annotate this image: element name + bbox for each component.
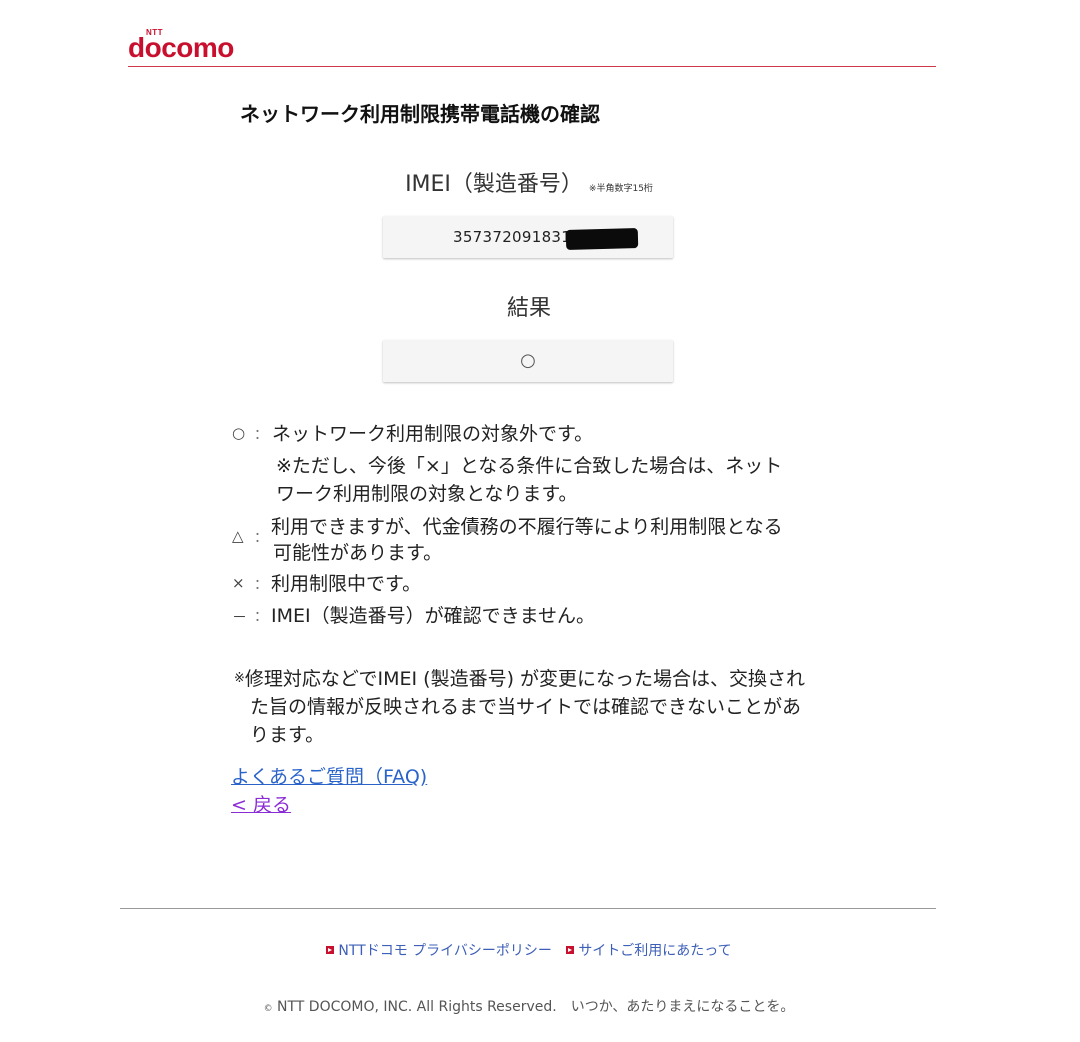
footer-links: NTTドコモ プライバシーポリシー サイトご利用にあたって xyxy=(0,940,1058,960)
result-value: ○ xyxy=(520,350,536,371)
legend-text: ※ただし、今後「×」となる条件に合致した場合は、ネット xyxy=(276,455,783,477)
footer-divider xyxy=(120,908,936,909)
imei-label: IMEI（製造番号） ※半角数字15桁 xyxy=(0,166,1058,198)
copyright: © NTT DOCOMO, INC. All Rights Reserved. … xyxy=(0,996,1058,1016)
imei-change-notice: ※修理対応などでIMEI (製造番号) が変更になった場合は、交換され た旨の情… xyxy=(234,665,834,749)
legend-colon: ： xyxy=(254,530,268,546)
privacy-policy-link[interactable]: NTTドコモ プライバシーポリシー xyxy=(326,940,552,960)
imei-label-text: IMEI（製造番号） xyxy=(405,172,583,197)
result-label: 結果 xyxy=(506,296,551,321)
back-link[interactable]: < 戻る xyxy=(231,790,291,817)
circle-symbol: ○ xyxy=(232,424,246,442)
copyright-symbol: © xyxy=(263,1004,273,1014)
legend-colon: ： xyxy=(254,427,268,443)
legend-text: 利用できますが、代金債務の不履行等により利用制限となる xyxy=(271,516,783,538)
legend-colon: ： xyxy=(254,577,268,593)
legend-text: 利用制限中です。 xyxy=(271,573,422,595)
imei-value: 357372091831 xyxy=(453,228,572,246)
legend-text: ネットワーク利用制限の対象外です。 xyxy=(272,423,594,445)
redaction-mark xyxy=(565,228,639,250)
site-terms-label: サイトご利用にあたって xyxy=(578,943,732,959)
triangle-symbol: △ xyxy=(232,527,244,545)
imei-note: ※半角数字15桁 xyxy=(588,184,653,194)
copyright-text: NTT DOCOMO, INC. All Rights Reserved. いつ… xyxy=(277,999,795,1015)
logo-docomo-text: docomo xyxy=(128,32,234,63)
site-terms-link[interactable]: サイトご利用にあたって xyxy=(566,940,732,960)
legend-text: ワーク利用制限の対象となります。 xyxy=(276,483,578,505)
notice-text: 修理対応などでIMEI (製造番号) が変更になった場合は、交換され xyxy=(244,668,806,690)
notice-line: ります。 xyxy=(250,724,325,746)
legend-text: 可能性があります。 xyxy=(273,542,443,564)
arrow-bullet-icon xyxy=(326,946,335,954)
page-title: ネットワーク利用制限携帯電話機の確認 xyxy=(240,102,600,126)
site-header: NTT docomo xyxy=(128,26,936,67)
arrow-bullet-icon xyxy=(566,946,575,954)
legend-colon: ： xyxy=(254,609,268,625)
cross-symbol: × xyxy=(232,574,245,592)
notice-line: ※修理対応などでIMEI (製造番号) が変更になった場合は、交換され xyxy=(234,665,834,693)
dash-symbol: － xyxy=(232,608,248,626)
legend-text: IMEI（製造番号）が確認できません。 xyxy=(271,605,596,627)
privacy-policy-label: NTTドコモ プライバシーポリシー xyxy=(338,943,552,959)
notice-mark: ※ xyxy=(234,671,245,686)
result-field: ○ xyxy=(383,340,673,382)
faq-link[interactable]: よくあるご質問（FAQ) xyxy=(231,762,427,789)
imei-field: 357372091831 xyxy=(383,216,673,258)
notice-line: た旨の情報が反映されるまで当サイトでは確認できないことがあ xyxy=(250,696,802,718)
